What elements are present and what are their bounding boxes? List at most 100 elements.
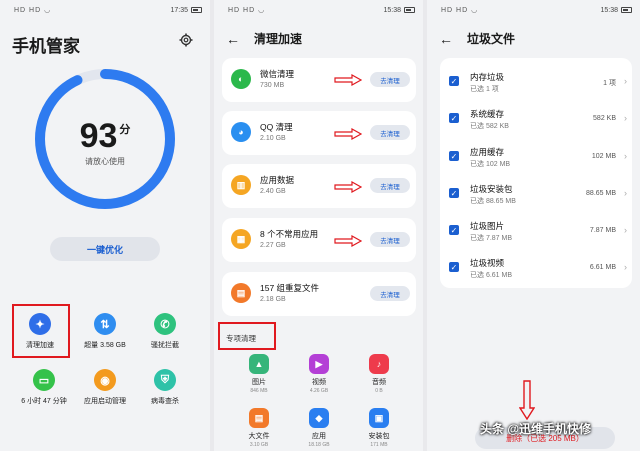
category-apps[interactable]: ◆ 应用 18.18 GB: [297, 408, 341, 448]
checkbox-checked-icon[interactable]: ✓: [449, 262, 459, 272]
row-selected: 已选 582 KB: [470, 123, 509, 130]
clean-button[interactable]: 去清理: [370, 286, 410, 301]
checkbox-checked-icon[interactable]: ✓: [449, 151, 459, 161]
list-item: ▦ 8 个不常用应用 2.27 GB 去清理: [222, 218, 416, 262]
clean-button[interactable]: 去清理: [370, 232, 410, 247]
apps-grid-icon: ▦: [231, 229, 251, 249]
highlight-box: [218, 322, 276, 350]
battery-icon: [191, 7, 202, 13]
annotation-arrow: [334, 181, 362, 193]
junk-row[interactable]: ✓ 垃圾安装包 已选 88.65 MB 88.65 MB ›: [440, 178, 632, 208]
category-audio[interactable]: ♪ 音频 0 B: [357, 354, 401, 394]
score-description: 请放心使用: [85, 157, 125, 166]
annotation-arrow: [334, 74, 362, 86]
list-item: ◐ 微信清理 730 MB 去清理: [222, 58, 416, 102]
status-bar: HD HD ◡ 15:38: [214, 0, 423, 20]
item-title: 157 组重复文件: [260, 283, 320, 293]
row-title: 垃圾安装包: [470, 184, 513, 194]
junk-row[interactable]: ✓ 应用缓存 已选 102 MB 102 MB ›: [440, 141, 632, 171]
category-size: 4.26 GB: [309, 388, 329, 394]
checkbox-checked-icon[interactable]: ✓: [449, 188, 459, 198]
category-videos[interactable]: ▶ 视频 4.26 GB: [297, 354, 341, 394]
clean-button[interactable]: 去清理: [370, 72, 410, 87]
wechat-icon: ◐: [231, 69, 251, 89]
large-file-icon: ▤: [249, 408, 269, 428]
app-data-icon: ▥: [231, 175, 251, 195]
video-icon: ▶: [309, 354, 329, 374]
tool-app-launch[interactable]: ◉ 应用启动管理: [75, 369, 135, 406]
tool-battery[interactable]: ▭ 6 小时 47 分钟: [14, 369, 74, 406]
status-time: 15:38: [383, 6, 401, 14]
shield-icon: ⛨: [154, 369, 176, 391]
data-icon: ⇅: [94, 313, 116, 335]
one-click-optimize-button[interactable]: 一键优化: [50, 237, 160, 261]
status-time: 17:35: [170, 6, 188, 14]
item-title: 应用数据: [260, 175, 295, 185]
app-icon: ◆: [309, 408, 329, 428]
junk-row[interactable]: ✓ 垃圾图片 已选 7.87 MB 7.87 MB ›: [440, 215, 632, 245]
tool-data-usage[interactable]: ⇅ 超量 3.58 GB: [75, 313, 135, 350]
image-icon: ▲: [249, 354, 269, 374]
junk-row[interactable]: ✓ 系统缓存 已选 582 KB 582 KB ›: [440, 103, 632, 133]
row-size: 102 MB: [591, 153, 616, 160]
score-value: 93: [79, 117, 118, 155]
row-title: 垃圾图片: [470, 221, 505, 231]
row-selected: 已选 102 MB: [470, 161, 511, 168]
row-selected: 已选 1 项: [470, 86, 499, 93]
item-size: 730 MB: [260, 82, 285, 89]
health-score: 93 分: [0, 117, 210, 156]
checkbox-checked-icon[interactable]: ✓: [449, 113, 459, 123]
list-item: ▥ 应用数据 2.40 GB 去清理: [222, 164, 416, 208]
tool-label: 超量 3.58 GB: [84, 342, 126, 349]
page-title: 手机管家: [12, 37, 80, 56]
row-size: 88.65 MB: [586, 190, 616, 197]
chevron-right-icon: ›: [624, 262, 627, 272]
clean-button[interactable]: 去清理: [370, 125, 410, 140]
status-bar: HD HD ◡ 15:38: [427, 0, 640, 20]
category-size: 18.18 GB: [308, 442, 330, 448]
row-size: 582 KB: [593, 115, 616, 122]
junk-row[interactable]: ✓ 内存垃圾 已选 1 项 1 项 ›: [440, 66, 632, 96]
category-large-files[interactable]: ▤ 大文件 3.10 GB: [237, 408, 281, 448]
category-size: 0 B: [375, 388, 383, 394]
row-size: 7.87 MB: [589, 227, 616, 234]
back-arrow-icon[interactable]: ←: [439, 31, 453, 47]
item-size: 2.27 GB: [260, 242, 286, 249]
item-size: 2.40 GB: [260, 188, 286, 195]
category-images[interactable]: ▲ 图片 846 MB: [237, 354, 281, 394]
gear-icon[interactable]: [179, 33, 193, 47]
battery-icon: [621, 7, 632, 13]
music-icon: ♪: [369, 354, 389, 374]
checkbox-checked-icon[interactable]: ✓: [449, 225, 459, 235]
tool-harassment-block[interactable]: ✆ 骚扰拦截: [135, 313, 195, 350]
category-name: 音频: [372, 379, 386, 386]
cleanup-screen: HD HD ◡ 15:38 ← 清理加速 ◐ 微信清理 730 MB 去清理 ◕ …: [214, 0, 423, 451]
chevron-right-icon: ›: [624, 76, 627, 86]
checkbox-checked-icon[interactable]: ✓: [449, 76, 459, 86]
chevron-right-icon: ›: [624, 225, 627, 235]
item-title: QQ 清理: [260, 122, 293, 132]
category-name: 安装包: [368, 433, 390, 440]
junk-row[interactable]: ✓ 垃圾视频 已选 6.61 MB 6.61 MB ›: [440, 252, 632, 282]
page-title: 清理加速: [254, 32, 303, 46]
junk-file-list: ✓ 内存垃圾 已选 1 项 1 项 › ✓ 系统缓存 已选 582 KB 582…: [440, 58, 632, 288]
watermark: 头条 @迅维手机快修: [480, 422, 592, 436]
category-name: 应用: [312, 433, 326, 440]
chevron-right-icon: ›: [624, 188, 627, 198]
back-arrow-icon[interactable]: ←: [226, 31, 240, 47]
category-size: 171 MB: [370, 442, 388, 448]
item-title: 8 个不常用应用: [260, 229, 319, 239]
row-selected: 已选 88.65 MB: [470, 198, 516, 205]
tool-virus-scan[interactable]: ⛨ 病毒查杀: [135, 369, 195, 406]
clean-button[interactable]: 去清理: [370, 178, 410, 193]
highlight-box: [12, 304, 70, 358]
row-size: 6.61 MB: [589, 264, 616, 271]
row-selected: 已选 6.61 MB: [470, 272, 513, 279]
category-packages[interactable]: ▣ 安装包 171 MB: [357, 408, 401, 448]
row-title: 内存垃圾: [470, 72, 505, 82]
chevron-right-icon: ›: [624, 113, 627, 123]
annotation-arrow: [519, 380, 535, 420]
chevron-right-icon: ›: [624, 151, 627, 161]
battery-icon: ▭: [33, 369, 55, 391]
tool-label: 6 小时 47 分钟: [21, 398, 67, 405]
